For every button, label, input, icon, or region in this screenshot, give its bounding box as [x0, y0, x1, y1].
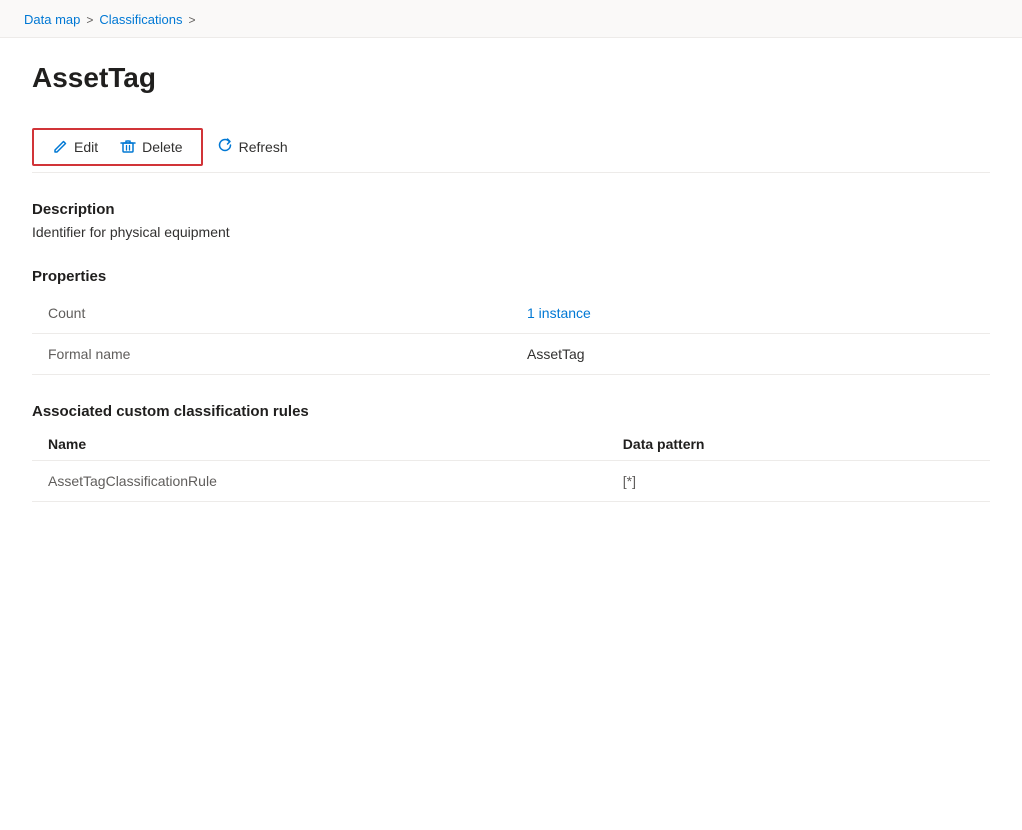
formal-name-value: AssetTag [511, 334, 990, 375]
properties-section: Properties Count 1 instance Formal name … [32, 268, 990, 375]
edit-button[interactable]: Edit [42, 134, 108, 160]
toolbar-container: Edit Delete [32, 122, 990, 173]
table-row: AssetTagClassificationRule [*] [32, 461, 990, 502]
edit-label: Edit [74, 139, 98, 155]
edit-icon [52, 139, 68, 155]
refresh-icon [217, 137, 233, 158]
breadcrumb-data-map[interactable]: Data map [24, 12, 80, 27]
count-label: Count [32, 293, 511, 334]
refresh-label: Refresh [239, 139, 288, 155]
rules-col-pattern: Data pattern [607, 428, 990, 461]
properties-title: Properties [32, 268, 990, 285]
breadcrumb-classifications[interactable]: Classifications [99, 12, 182, 27]
rule-pattern: [*] [607, 461, 990, 502]
delete-label: Delete [142, 139, 182, 155]
rules-header-row: Name Data pattern [32, 428, 990, 461]
toolbar-group-edit-delete: Edit Delete [32, 128, 203, 166]
table-row: Formal name AssetTag [32, 334, 990, 375]
table-row: Count 1 instance [32, 293, 990, 334]
description-title: Description [32, 201, 990, 218]
count-value: 1 instance [511, 293, 990, 334]
breadcrumb-sep-1: > [86, 13, 93, 27]
breadcrumb: Data map > Classifications > [24, 12, 998, 27]
rule-name: AssetTagClassificationRule [32, 461, 607, 502]
rules-section-title: Associated custom classification rules [32, 403, 990, 420]
formal-name-label: Formal name [32, 334, 511, 375]
rules-table: Name Data pattern AssetTagClassification… [32, 428, 990, 502]
delete-button[interactable]: Delete [110, 134, 192, 160]
description-section: Description Identifier for physical equi… [32, 201, 990, 240]
properties-table: Count 1 instance Formal name AssetTag [32, 293, 990, 375]
main-content: AssetTag Edit [0, 38, 1022, 526]
classification-rules-section: Associated custom classification rules N… [32, 403, 990, 502]
count-link[interactable]: 1 instance [527, 305, 591, 321]
breadcrumb-bar: Data map > Classifications > [0, 0, 1022, 38]
refresh-button[interactable]: Refresh [207, 132, 298, 163]
page-title: AssetTag [32, 62, 990, 106]
breadcrumb-sep-2: > [188, 13, 195, 27]
delete-icon [120, 139, 136, 155]
rules-col-name: Name [32, 428, 607, 461]
description-value: Identifier for physical equipment [32, 224, 990, 240]
